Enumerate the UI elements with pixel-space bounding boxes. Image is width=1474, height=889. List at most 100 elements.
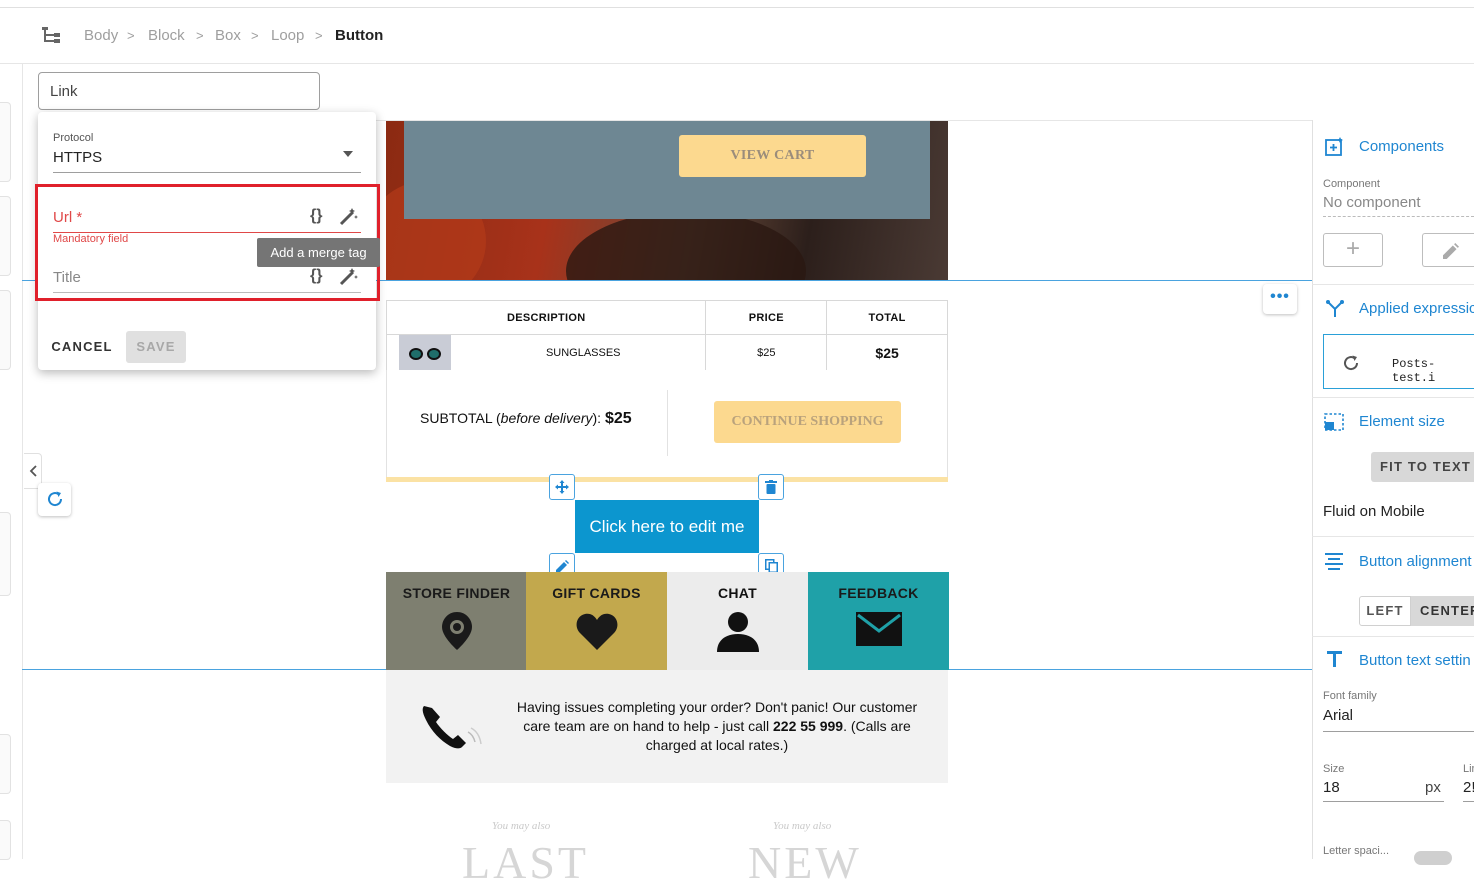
breadcrumb-separator: > xyxy=(315,28,323,43)
fluid-on-mobile-label: Fluid on Mobile xyxy=(1323,503,1425,520)
letter-spacing-toggle[interactable] xyxy=(1414,851,1452,865)
font-family-label: Font family xyxy=(1323,690,1377,702)
components-title[interactable]: Components xyxy=(1359,138,1444,155)
rail-tab[interactable] xyxy=(0,196,11,276)
rail-tab[interactable] xyxy=(0,734,11,794)
line-height-input[interactable]: 2! xyxy=(1463,779,1474,796)
magic-wand-icon[interactable] xyxy=(339,266,359,286)
url-field[interactable]: Url * xyxy=(53,209,82,226)
description-cell: SUNGLASSES xyxy=(385,334,707,371)
continue-shopping-button[interactable]: CONTINUE SHOPPING xyxy=(714,401,901,443)
refresh-icon[interactable] xyxy=(1342,354,1360,372)
applied-expression-card[interactable]: Posts-test.i xyxy=(1323,334,1474,389)
fit-to-text-button[interactable]: FIT TO TEXT xyxy=(1371,452,1474,482)
button-text-settings-title[interactable]: Button text settin xyxy=(1359,652,1471,669)
divider xyxy=(1312,536,1474,537)
price-cell: $25 xyxy=(705,334,828,371)
applied-expression-value: Posts-test.i xyxy=(1392,357,1436,385)
trash-icon[interactable] xyxy=(758,474,784,500)
breadcrumb-item-box[interactable]: Box xyxy=(215,27,241,44)
column-header: DESCRIPTION xyxy=(385,300,707,335)
subtotal-text: SUBTOTAL (before delivery): $25 xyxy=(420,410,632,428)
column-header: PRICE xyxy=(705,300,828,335)
divider xyxy=(1312,284,1474,285)
element-size-title[interactable]: Element size xyxy=(1359,413,1445,430)
component-icon xyxy=(1325,137,1343,156)
view-cart-button[interactable]: VIEW CART xyxy=(679,135,866,177)
move-icon[interactable] xyxy=(549,474,575,500)
cancel-button[interactable]: CANCEL xyxy=(46,332,118,362)
add-component-button[interactable]: + xyxy=(1323,233,1383,267)
size-input[interactable]: 18 xyxy=(1323,779,1340,796)
divider xyxy=(1312,397,1474,398)
top-strip xyxy=(0,0,1474,8)
person-icon xyxy=(716,612,759,652)
element-size-icon xyxy=(1324,413,1344,431)
field-underline xyxy=(53,172,361,173)
size-unit: px xyxy=(1425,779,1441,796)
left-rail xyxy=(0,64,12,860)
breadcrumb-item-block[interactable]: Block xyxy=(148,27,185,44)
product-name: SUNGLASSES xyxy=(545,346,621,359)
font-family-select[interactable]: Arial xyxy=(1323,707,1353,724)
save-button[interactable]: SAVE xyxy=(126,331,186,363)
rail-tab[interactable] xyxy=(0,102,11,182)
merge-tag-icon[interactable]: {} xyxy=(310,267,322,285)
more-options-icon[interactable]: ••• xyxy=(1263,284,1297,314)
field-underline xyxy=(1463,801,1474,802)
map-pin-icon xyxy=(441,612,472,650)
heart-icon xyxy=(576,613,617,650)
tile-chat[interactable]: CHAT xyxy=(667,572,808,670)
protocol-select[interactable]: HTTPS xyxy=(53,149,102,166)
section-heading: LAST xyxy=(462,837,589,888)
subtotal-prefix: SUBTOTAL ( xyxy=(420,410,501,426)
merge-tag-icon[interactable]: {} xyxy=(310,207,322,225)
letter-spacing-label: Letter spaci... xyxy=(1323,845,1390,857)
title-field[interactable]: Title xyxy=(53,269,81,286)
link-type-select[interactable]: Link xyxy=(38,72,320,110)
rail-tab[interactable] xyxy=(0,820,11,860)
section-heading: NEW xyxy=(748,837,862,888)
tile-store-finder[interactable]: STORE FINDER xyxy=(386,572,527,670)
edit-component-button[interactable] xyxy=(1422,233,1474,267)
rail-tab[interactable] xyxy=(0,290,11,370)
breadcrumb-item-body[interactable]: Body xyxy=(84,27,118,44)
divider xyxy=(1312,636,1474,637)
field-underline xyxy=(1323,216,1474,217)
tile-label: STORE FINDER xyxy=(402,585,511,601)
selected-email-button[interactable]: Click here to edit me xyxy=(575,500,759,553)
text-icon xyxy=(1327,651,1342,667)
component-label: Component xyxy=(1323,178,1380,190)
tooltip: Add a merge tag xyxy=(257,238,380,267)
size-label: Size xyxy=(1323,763,1345,775)
line-height-label: Lir xyxy=(1463,763,1474,775)
field-underline xyxy=(1323,731,1474,732)
tile-label: FEEDBACK xyxy=(838,585,919,601)
align-center-button[interactable]: CENTER xyxy=(1411,596,1474,626)
field-underline xyxy=(53,292,361,293)
table-row[interactable]: SUNGLASSES $25 $25 xyxy=(385,334,948,371)
pencil-icon xyxy=(1443,243,1459,259)
breadcrumb-item-loop[interactable]: Loop xyxy=(271,27,304,44)
component-select[interactable]: No component xyxy=(1323,194,1421,211)
divider-stripe xyxy=(386,477,948,482)
align-left-button[interactable]: LEFT xyxy=(1359,596,1411,626)
tree-structure-icon[interactable] xyxy=(42,27,62,45)
rail-tab[interactable] xyxy=(0,512,11,596)
help-phone: 222 55 999 xyxy=(773,718,844,734)
breadcrumb-separator: > xyxy=(127,28,135,43)
tile-feedback[interactable]: FEEDBACK xyxy=(808,572,949,670)
divider xyxy=(22,64,23,859)
breadcrumb-separator: > xyxy=(196,28,204,43)
column-header: TOTAL xyxy=(826,300,948,335)
dropdown-arrow-icon[interactable] xyxy=(343,151,353,157)
breadcrumb-current: Button xyxy=(335,27,384,44)
refresh-icon[interactable] xyxy=(38,483,71,516)
applied-expression-title[interactable]: Applied expressic xyxy=(1359,300,1474,317)
url-error-text: Mandatory field xyxy=(53,233,129,245)
button-alignment-title[interactable]: Button alignment xyxy=(1359,553,1472,570)
magic-wand-icon[interactable] xyxy=(339,206,359,226)
field-underline xyxy=(1323,801,1444,802)
subtotal-value: $25 xyxy=(604,410,632,427)
tile-gift-cards[interactable]: GIFT CARDS xyxy=(526,572,667,670)
